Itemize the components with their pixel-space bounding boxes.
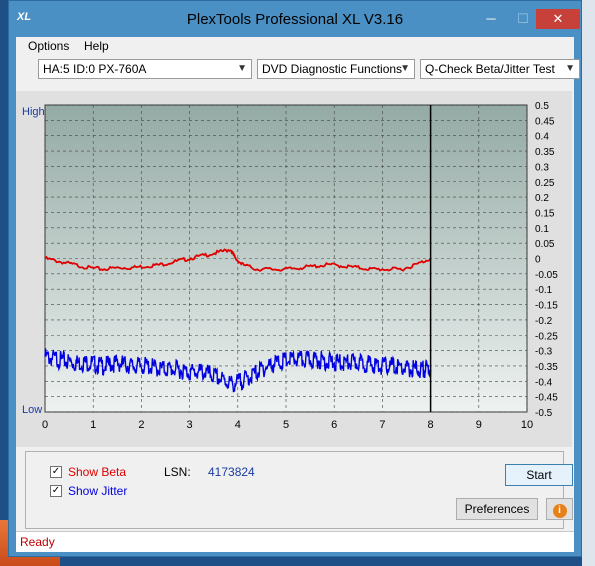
x-tick-label: 8 [428,419,434,431]
close-button[interactable]: ✕ [536,9,580,29]
test-select-value: Q-Check Beta/Jitter Test [425,62,555,76]
y-tick-label: -0.1 [535,285,553,296]
x-tick-label: 4 [235,419,241,431]
app-window: XL PlexTools Professional XL V3.16 ─ ☐ ✕… [8,0,582,557]
show-jitter-label[interactable]: Show Jitter [68,484,127,498]
x-tick-label: 3 [187,419,193,431]
x-tick-label: 5 [283,419,289,431]
y-tick-label: 0.5 [535,101,549,112]
y-tick-label: -0.15 [535,301,558,312]
start-button[interactable]: Start [505,464,573,486]
preferences-button[interactable]: Preferences [456,498,538,520]
y-tick-label: 0.35 [535,147,555,158]
y-tick-label: 0 [535,255,541,266]
y-tick-label: -0.05 [535,270,558,281]
y-tick-label: 0.4 [535,132,549,143]
x-tick-label: 0 [42,419,48,431]
beta-jitter-chart: High Low 0 1 2 3 4 5 6 7 8 9 10 0.5 0.45 0.4 0.35 0.3 0… [22,101,558,431]
y-tick-label: -0.5 [535,408,553,419]
function-select-value: DVD Diagnostic Functions [262,62,403,76]
x-tick-label: 2 [138,419,144,431]
y-tick-label: -0.3 [535,347,553,358]
drive-select[interactable]: HA:5 ID:0 PX-760A ▼ [38,59,252,79]
x-tick-label: 6 [331,419,337,431]
drive-select-value: HA:5 ID:0 PX-760A [43,62,147,76]
y-tick-label: 0.25 [535,178,555,189]
x-tick-label: 10 [521,419,533,431]
info-icon: i [552,504,567,518]
y-tick-label: 0.2 [535,193,549,204]
show-beta-label[interactable]: Show Beta [68,465,126,479]
test-select[interactable]: Q-Check Beta/Jitter Test ▼ [420,59,580,79]
lsn-label: LSN: [164,465,191,479]
y-tick-label: 0.15 [535,208,555,219]
status-text: Ready [20,535,55,549]
x-tick-label: 1 [90,419,96,431]
y-tick-label: -0.4 [535,377,553,388]
lsn-value: 4173824 [208,465,255,479]
y-tick-label: -0.35 [535,362,558,373]
y-tick-label: 0.1 [535,224,549,235]
chevron-down-icon: ▼ [237,63,247,74]
title-bar[interactable]: XL PlexTools Professional XL V3.16 ─ ☐ ✕ [9,1,581,37]
show-beta-checkbox[interactable]: ✓ [50,466,62,478]
minimize-button[interactable]: ─ [477,9,505,29]
y-tick-label: -0.25 [535,331,558,342]
desktop-background-strip [582,0,595,566]
chevron-down-icon: ▼ [565,63,575,74]
y-tick-label: -0.45 [535,393,558,404]
y-tick-label: 0.05 [535,239,555,250]
maximize-button[interactable]: ☐ [509,9,537,29]
y-tick-label: 0.45 [535,116,555,127]
axis-high-label: High [22,106,45,118]
menu-help[interactable]: Help [84,39,109,53]
y-tick-label: -0.2 [535,316,553,327]
menu-options[interactable]: Options [28,39,69,53]
show-jitter-checkbox[interactable]: ✓ [50,485,62,497]
x-tick-label: 7 [379,419,385,431]
info-button[interactable]: i [546,498,573,520]
menu-bar: Options Help [16,37,574,55]
status-bar: Ready [16,531,574,552]
chart-panel: High Low 0 1 2 3 4 5 6 7 8 9 10 0.5 0.45 0.4 0.35 0.3 0… [16,91,572,447]
axis-low-label: Low [22,404,42,416]
y-tick-label: 0.3 [535,162,549,173]
controls-panel: ✓ Show Beta ✓ Show Jitter LSN: 4173824 S… [25,451,573,529]
chevron-down-icon: ▼ [400,63,410,74]
client-area: Options Help HA:5 ID:0 PX-760A ▼ DVD Dia… [16,37,580,552]
x-tick-label: 9 [476,419,482,431]
function-select[interactable]: DVD Diagnostic Functions ▼ [257,59,415,79]
